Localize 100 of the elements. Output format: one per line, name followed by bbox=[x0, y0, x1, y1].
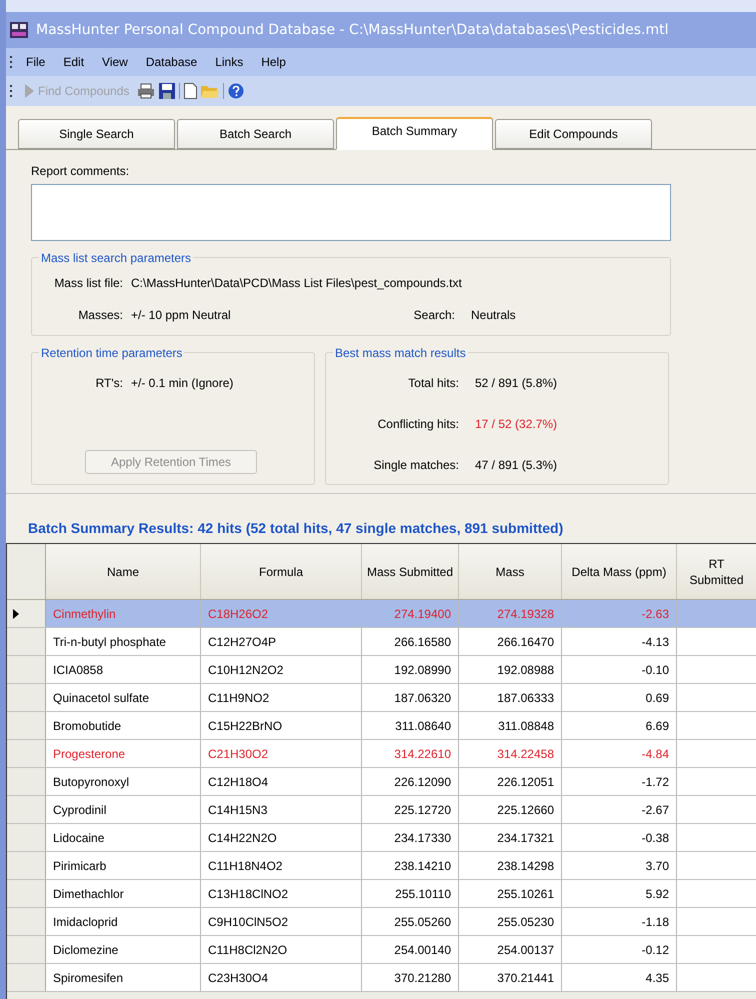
table-row[interactable]: Butopyronoxyl C12H18O4 226.12090 226.12051 -1.72 bbox=[7, 768, 756, 796]
table-cell: ICIA0858 bbox=[46, 656, 201, 683]
table-cell: 254.00140 bbox=[362, 936, 459, 963]
row-header[interactable] bbox=[7, 600, 46, 627]
table-cell: C14H22N2O bbox=[201, 824, 362, 851]
field-value: Neutrals bbox=[471, 307, 516, 324]
table-cell: 238.14210 bbox=[362, 852, 459, 879]
tab[interactable]: Batch Summary bbox=[336, 117, 493, 150]
table-cell: 314.22458 bbox=[459, 740, 562, 767]
table-cell: C14H15N3 bbox=[201, 796, 362, 823]
table-row[interactable]: Quinacetol sulfate C11H9NO2 187.06320 187.06333 0.69 bbox=[7, 684, 756, 712]
report-comments-label: Report comments: bbox=[31, 163, 130, 180]
table-cell: C23H30O4 bbox=[201, 964, 362, 991]
table-row[interactable]: ICIA0858 C10H12N2O2 192.08990 192.08988 -0.10 bbox=[7, 656, 756, 684]
menu-item[interactable]: Database bbox=[136, 53, 206, 71]
field-value: C:\MassHunter\Data\PCD\Mass List Files\pest_compounds.txt bbox=[131, 275, 463, 292]
table-cell: 192.08990 bbox=[362, 656, 459, 683]
table-row[interactable]: Diclomezine C11H8Cl2N2O 254.00140 254.00137 -0.12 bbox=[7, 936, 756, 964]
table-cell: 314.22610 bbox=[362, 740, 459, 767]
app-icon bbox=[10, 22, 28, 38]
table-cell: -0.12 bbox=[562, 936, 677, 963]
table-row[interactable]: Pirimicarb C11H18N4O2 238.14210 238.14298 3.70 bbox=[7, 852, 756, 880]
print-icon[interactable] bbox=[137, 83, 156, 99]
stat-label: Single matches: bbox=[372, 457, 460, 474]
table-cell: Bromobutide bbox=[46, 712, 201, 739]
report-comments-field[interactable] bbox=[31, 184, 671, 241]
table-cell: C21H30O2 bbox=[201, 740, 362, 767]
table-cell: 255.10261 bbox=[459, 880, 562, 907]
table-cell: 370.21441 bbox=[459, 964, 562, 991]
table-cell: -4.13 bbox=[562, 628, 677, 655]
column-header[interactable]: RT Submitted bbox=[677, 544, 756, 599]
current-row-icon bbox=[13, 608, 19, 618]
table-cell: Tri-n-butyl phosphate bbox=[46, 628, 201, 655]
group-title: Retention time parameters bbox=[39, 346, 184, 360]
field-label: Search: bbox=[412, 307, 456, 324]
tab[interactable]: Single Search bbox=[18, 119, 175, 149]
table-cell: 266.16470 bbox=[459, 628, 562, 655]
table-cell: -0.38 bbox=[562, 824, 677, 851]
table-row[interactable]: Spiromesifen C23H30O4 370.21280 370.21441 4.35 bbox=[7, 964, 756, 992]
column-header[interactable]: Name bbox=[46, 544, 201, 599]
table-cell: 4.35 bbox=[562, 964, 677, 991]
column-header[interactable]: Delta Mass (ppm) bbox=[562, 544, 677, 599]
help-icon[interactable] bbox=[228, 83, 244, 99]
table-cell: 6.69 bbox=[562, 712, 677, 739]
column-header[interactable]: Mass Submitted bbox=[362, 544, 459, 599]
field-value: +/- 0.1 min (Ignore) bbox=[131, 375, 234, 392]
grip-icon bbox=[10, 56, 13, 68]
menu-item[interactable]: File bbox=[17, 53, 54, 71]
table-cell: Dimethachlor bbox=[46, 880, 201, 907]
window-title: MassHunter Personal Compound Database - C:\MassHunter\Data\databases\Pesticides.mtl bbox=[36, 20, 669, 40]
table-cell: 226.12090 bbox=[362, 768, 459, 795]
table-cell: 0.69 bbox=[562, 684, 677, 711]
table-cell: 225.12660 bbox=[459, 796, 562, 823]
table-cell: 225.12720 bbox=[362, 796, 459, 823]
tab[interactable]: Edit Compounds bbox=[495, 119, 652, 149]
table-cell: C12H18O4 bbox=[201, 768, 362, 795]
table-cell: 254.00137 bbox=[459, 936, 562, 963]
new-file-icon[interactable] bbox=[184, 83, 198, 99]
save-icon[interactable] bbox=[159, 83, 176, 99]
tab[interactable]: Batch Search bbox=[177, 119, 334, 149]
group-title: Mass list search parameters bbox=[39, 251, 194, 265]
table-cell: -1.72 bbox=[562, 768, 677, 795]
stat-value: 52 / 891 (5.8%) bbox=[475, 375, 558, 392]
table-cell: -2.67 bbox=[562, 796, 677, 823]
table-row[interactable]: Tri-n-butyl phosphate C12H27O4P 266.16580 266.16470 -4.13 bbox=[7, 628, 756, 656]
table-cell: Butopyronoxyl bbox=[46, 768, 201, 795]
menu-item[interactable]: Links bbox=[206, 53, 252, 71]
table-cell: Quinacetol sulfate bbox=[46, 684, 201, 711]
field-value: +/- 10 ppm Neutral bbox=[131, 307, 232, 324]
table-row[interactable]: Lidocaine C14H22N2O 234.17330 234.17321 -0.38 bbox=[7, 824, 756, 852]
table-cell: 187.06320 bbox=[362, 684, 459, 711]
table-cell: Spiromesifen bbox=[46, 964, 201, 991]
stat-value: 47 / 891 (5.3%) bbox=[475, 457, 558, 474]
table-cell: 192.08988 bbox=[459, 656, 562, 683]
table-row[interactable]: Dimethachlor C13H18ClNO2 255.10110 255.10261 5.92 bbox=[7, 880, 756, 908]
table-cell: 187.06333 bbox=[459, 684, 562, 711]
table-cell: 234.17321 bbox=[459, 824, 562, 851]
table-cell: C10H12N2O2 bbox=[201, 656, 362, 683]
stat-label: Conflicting hits: bbox=[376, 416, 460, 433]
menu-item[interactable]: View bbox=[93, 53, 137, 71]
field-label: Mass list file: bbox=[53, 275, 124, 292]
table-cell: Cyprodinil bbox=[46, 796, 201, 823]
column-header[interactable]: Mass bbox=[459, 544, 562, 599]
menu-item[interactable]: Edit bbox=[54, 53, 94, 71]
column-header[interactable]: Formula bbox=[201, 544, 362, 599]
table-cell: C11H9NO2 bbox=[201, 684, 362, 711]
table-row[interactable]: Imidacloprid C9H10ClN5O2 255.05260 255.05230 -1.18 bbox=[7, 908, 756, 936]
table-cell: 5.92 bbox=[562, 880, 677, 907]
stat-value: 17 / 52 (32.7%) bbox=[475, 416, 558, 433]
table-row[interactable]: Progesterone C21H30O2 314.22610 314.22458 -4.84 bbox=[7, 740, 756, 768]
table-cell: C13H18ClNO2 bbox=[201, 880, 362, 907]
play-icon bbox=[25, 84, 34, 98]
table-row[interactable]: Cyprodinil C14H15N3 225.12720 225.12660 -2.67 bbox=[7, 796, 756, 824]
table-cell: 3.70 bbox=[562, 852, 677, 879]
table-cell: Pirimicarb bbox=[46, 852, 201, 879]
table-cell: 226.12051 bbox=[459, 768, 562, 795]
menu-item[interactable]: Help bbox=[252, 53, 295, 71]
table-row[interactable]: Bromobutide C15H22BrNO 311.08640 311.08848 6.69 bbox=[7, 712, 756, 740]
table-cell: Diclomezine bbox=[46, 936, 201, 963]
table-cell: 370.21280 bbox=[362, 964, 459, 991]
